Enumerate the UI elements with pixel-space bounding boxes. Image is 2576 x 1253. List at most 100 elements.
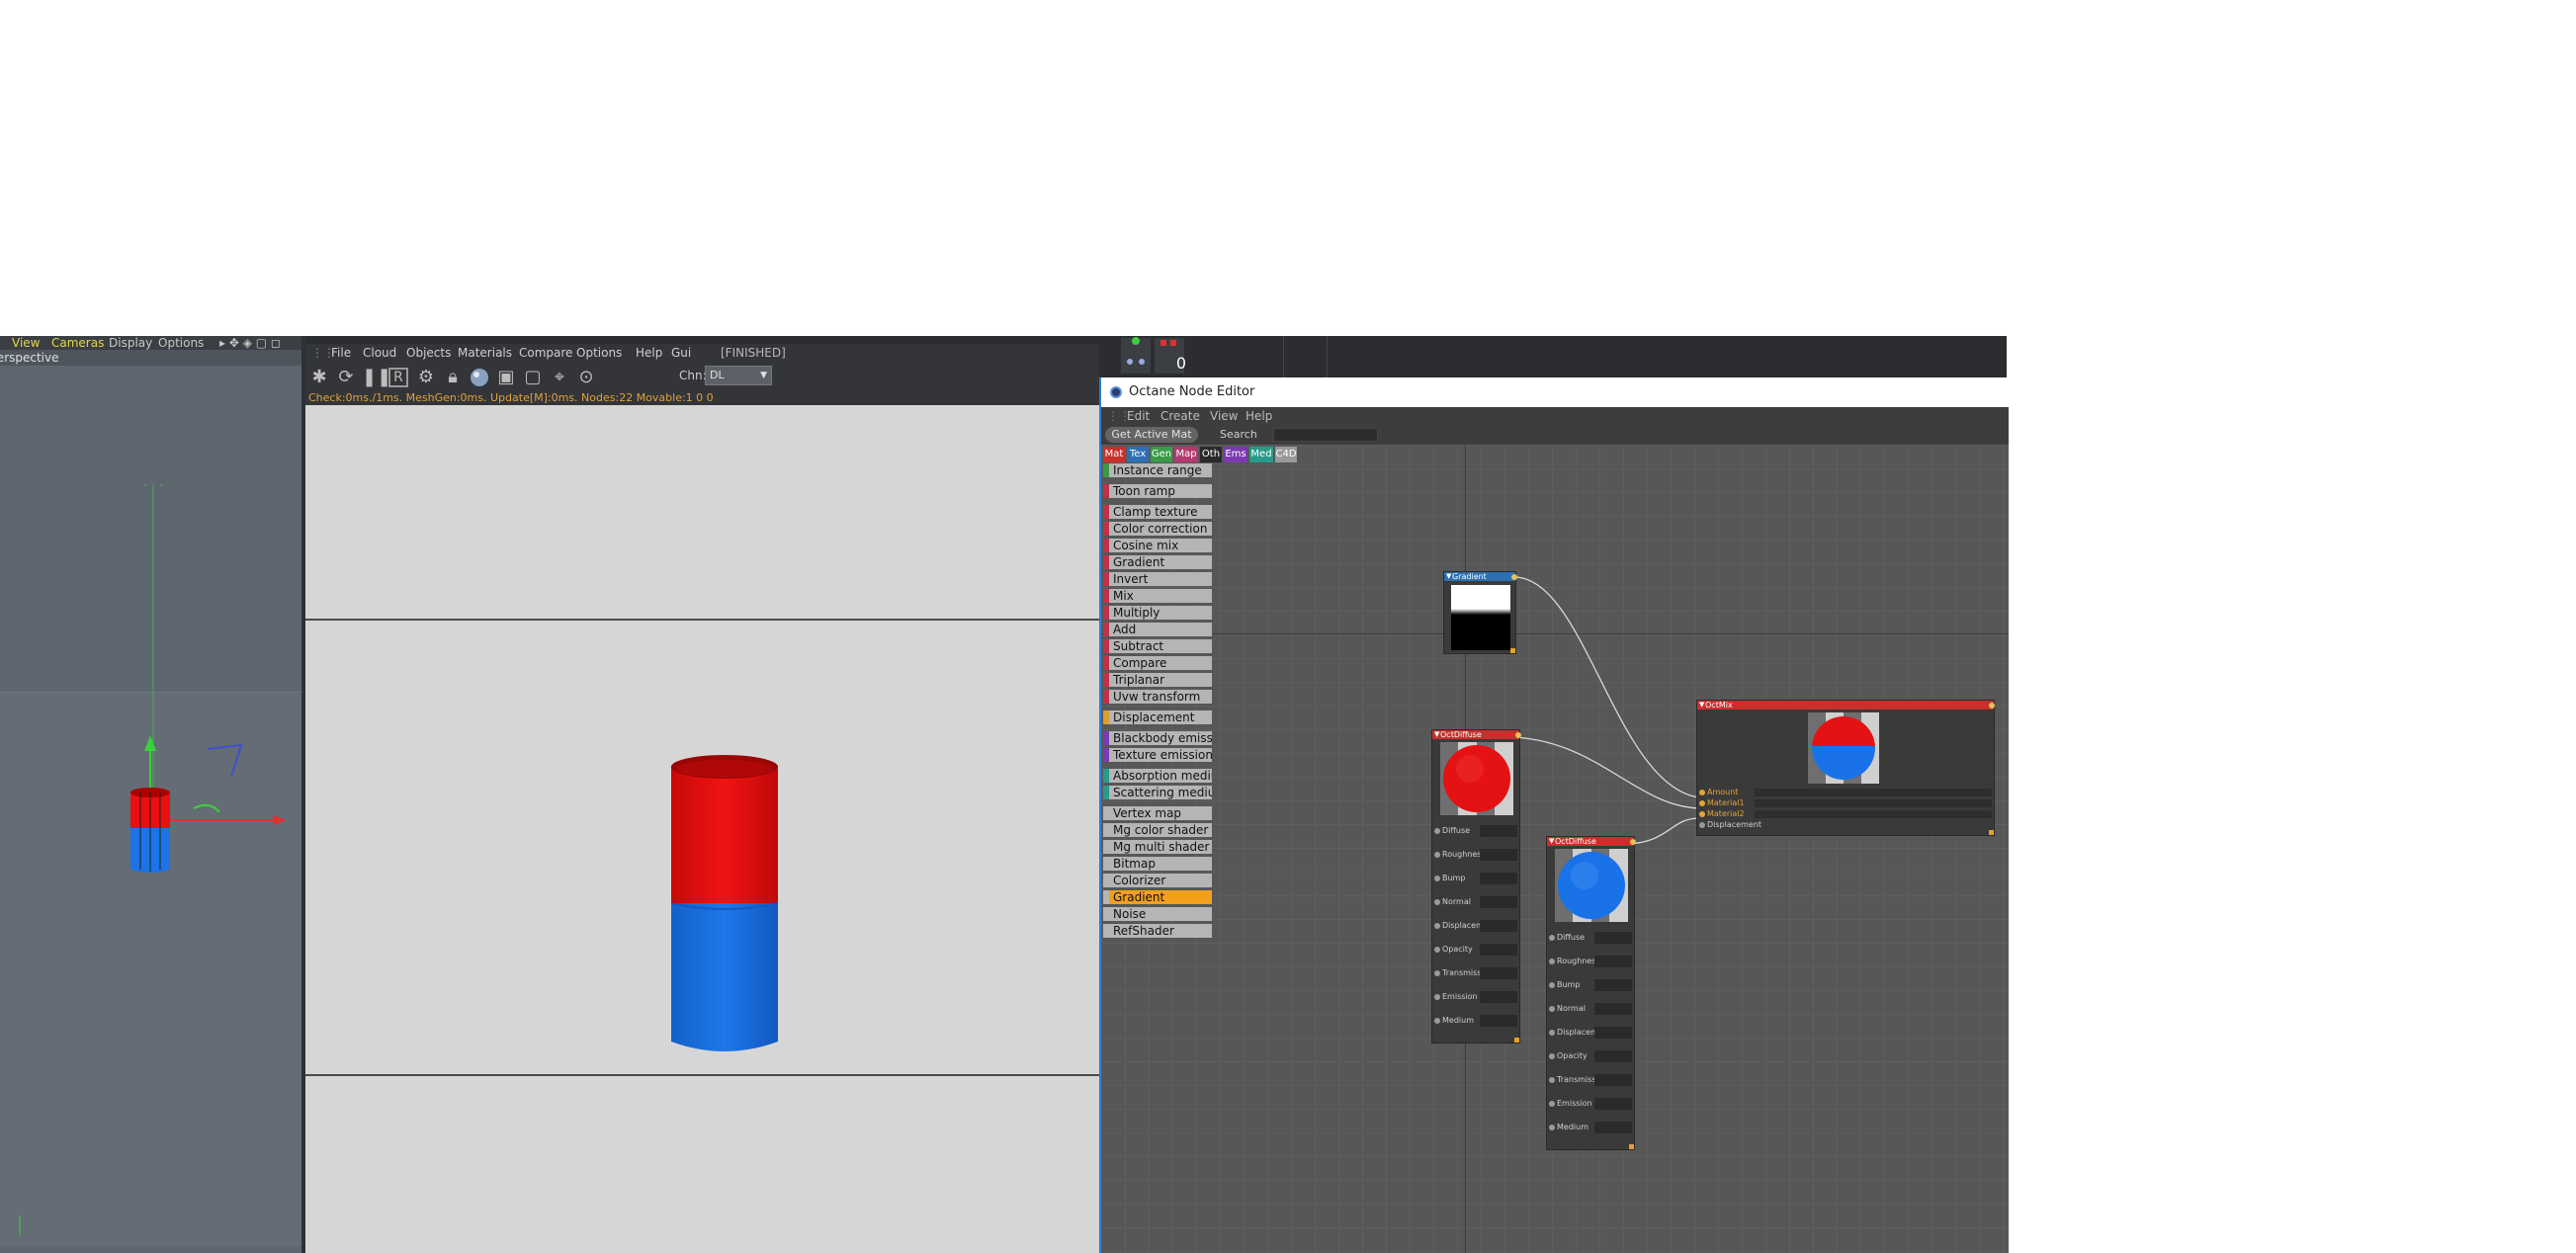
node-editor-titlebar[interactable]: Octane Node Editor <box>1101 377 2009 407</box>
input-pin-dot[interactable] <box>1699 811 1705 817</box>
diffuse-pin-field[interactable] <box>1594 956 1632 967</box>
palette-item[interactable]: Cosine mix <box>1103 539 1212 552</box>
diffuse-input-pin[interactable]: Bump <box>1549 975 1632 995</box>
palette-item[interactable]: Invert <box>1103 572 1212 586</box>
viewport-menu-cameras[interactable]: Cameras <box>51 336 104 350</box>
resize-handle-icon[interactable] <box>1629 1144 1634 1149</box>
settings-gear-icon[interactable]: ⚙ <box>415 367 437 388</box>
pause-icon[interactable]: ❚❚ <box>362 367 391 388</box>
collapse-triangle-icon[interactable]: ▼ <box>1446 572 1451 581</box>
lock-icon[interactable]: 🔒︎ <box>442 367 464 388</box>
octmix-output-pin[interactable] <box>1989 703 1995 709</box>
diffuse-pin-field[interactable] <box>1480 849 1517 861</box>
palette-item[interactable]: Texture emission <box>1103 748 1212 762</box>
collapse-triangle-icon[interactable]: ▼ <box>1549 837 1554 846</box>
diffuse-pin-field[interactable] <box>1594 1122 1632 1133</box>
node-diffuse-red-header[interactable]: ▼ OctDiffuse <box>1432 730 1519 739</box>
palette-item[interactable]: Uvw transform <box>1103 690 1212 704</box>
input-pin-dot[interactable] <box>1434 828 1440 834</box>
palette-item[interactable]: Absorption medium <box>1103 769 1212 783</box>
input-pin-dot[interactable] <box>1549 959 1555 964</box>
input-pin-dot[interactable] <box>1434 994 1440 1000</box>
search-input[interactable] <box>1273 428 1378 442</box>
node-diffuse-blue-header[interactable]: ▼ OctDiffuse <box>1547 837 1634 846</box>
viewport-nav-icons[interactable]: ▸ ✥ ◈ ▢ ◻ <box>219 336 281 350</box>
palette-item[interactable]: Gradient <box>1103 555 1212 569</box>
diffuse-input-pin[interactable]: Bump <box>1434 869 1517 888</box>
input-pin-dot[interactable] <box>1699 800 1705 806</box>
tab-c4d[interactable]: C4D <box>1275 447 1297 462</box>
palette-item[interactable]: Displacement <box>1103 710 1212 724</box>
gradient-output-pin[interactable] <box>1511 574 1517 580</box>
material-sphere-icon[interactable] <box>469 367 490 388</box>
ne-menu-edit[interactable]: Edit <box>1127 407 1150 425</box>
diffuse-input-pin[interactable]: Roughness <box>1434 845 1517 865</box>
palette-item[interactable]: Toon ramp <box>1103 484 1212 498</box>
diffuse-pin-field[interactable] <box>1480 1015 1517 1027</box>
input-pin-dot[interactable] <box>1434 923 1440 929</box>
refresh-icon[interactable]: ⟳ <box>335 367 357 388</box>
diffuse-pin-field[interactable] <box>1594 1074 1632 1086</box>
input-pin-dot[interactable] <box>1699 790 1705 795</box>
palette-item[interactable]: Scattering medium <box>1103 786 1212 799</box>
diffuse-pin-field[interactable] <box>1594 979 1632 991</box>
palette-item[interactable]: Mix <box>1103 589 1212 603</box>
octmix-input-material2[interactable]: Material2 <box>1699 809 1992 819</box>
diffuse-pin-field[interactable] <box>1480 825 1517 837</box>
input-pin-dot[interactable] <box>1434 947 1440 953</box>
menu-materials[interactable]: Materials <box>458 344 512 362</box>
palette-item[interactable]: Bitmap <box>1103 857 1212 871</box>
diffuse-pin-field[interactable] <box>1594 1003 1632 1015</box>
tab-mat[interactable]: Mat <box>1103 447 1125 462</box>
diffuse-input-pin[interactable]: Diffuse <box>1434 821 1517 841</box>
diffuse-pin-field[interactable] <box>1480 896 1517 908</box>
diffuse-pin-field[interactable] <box>1480 944 1517 956</box>
menu-file[interactable]: File <box>331 344 351 362</box>
resize-handle-icon[interactable] <box>1510 648 1515 653</box>
menu-cloud[interactable]: Cloud <box>363 344 396 362</box>
diffuse-input-pin[interactable]: Normal <box>1549 999 1632 1019</box>
palette-item[interactable]: Triplanar <box>1103 673 1212 687</box>
channel-select[interactable]: DL ▼ <box>705 366 772 385</box>
node-octdiffuse-red[interactable]: ▼ OctDiffuse Diffuse Roughness Bump Normal D… <box>1431 729 1521 1044</box>
diffuse-pin-field[interactable] <box>1594 1027 1632 1039</box>
diffuse-pin-field[interactable] <box>1480 873 1517 884</box>
input-pin-dot[interactable] <box>1549 935 1555 941</box>
viewport-menu-view[interactable]: View <box>12 336 40 350</box>
input-pin-dot[interactable] <box>1434 852 1440 858</box>
menu-objects[interactable]: Objects <box>406 344 451 362</box>
node-gradient[interactable]: ▼ Gradient <box>1443 571 1517 654</box>
diffuse-pin-field[interactable] <box>1594 1050 1632 1062</box>
resize-handle-icon[interactable] <box>1514 1038 1519 1043</box>
palette-item[interactable]: Noise <box>1103 907 1212 921</box>
diffuse-input-pin[interactable]: Normal <box>1434 892 1517 912</box>
diffuse-pin-field[interactable] <box>1594 932 1632 944</box>
input-pin-dot[interactable] <box>1549 1006 1555 1012</box>
palette-item[interactable]: Instance range <box>1103 463 1212 477</box>
input-pin-dot[interactable] <box>1434 876 1440 881</box>
tab-tex[interactable]: Tex <box>1127 447 1149 462</box>
input-pin-dot[interactable] <box>1549 1077 1555 1083</box>
node-octmix-header[interactable]: ▼ OctMix <box>1697 701 1994 710</box>
diffuse-input-pin[interactable]: Emission <box>1549 1094 1632 1114</box>
palette-item[interactable]: Color correction <box>1103 522 1212 536</box>
tab-map[interactable]: Map <box>1174 447 1198 462</box>
diffuse-input-pin[interactable]: Opacity <box>1434 940 1517 960</box>
diffuse-pin-field[interactable] <box>1594 1098 1632 1110</box>
input-pin-dot[interactable] <box>1434 970 1440 976</box>
input-pin-dot[interactable] <box>1434 899 1440 905</box>
render-canvas[interactable] <box>305 405 1099 1253</box>
resize-handle-icon[interactable] <box>1989 830 1994 835</box>
input-pin-dot[interactable] <box>1434 1018 1440 1024</box>
menu-compare[interactable]: Compare <box>519 344 572 362</box>
octmix-material1-field[interactable] <box>1755 799 1992 807</box>
ne-menu-help[interactable]: Help <box>1245 407 1272 425</box>
clay-mode-icon[interactable]: ▣ <box>495 367 517 388</box>
palette-item[interactable]: Mg color shader <box>1103 823 1212 837</box>
input-pin-dot[interactable] <box>1549 1125 1555 1130</box>
palette-item[interactable]: Gradient <box>1103 890 1212 904</box>
diffuse-input-pin[interactable]: Displacement <box>1549 1023 1632 1043</box>
diffuse-pin-field[interactable] <box>1480 920 1517 932</box>
diffuse-pin-field[interactable] <box>1480 967 1517 979</box>
octmix-input-displacement[interactable]: Displacement <box>1699 820 1761 830</box>
